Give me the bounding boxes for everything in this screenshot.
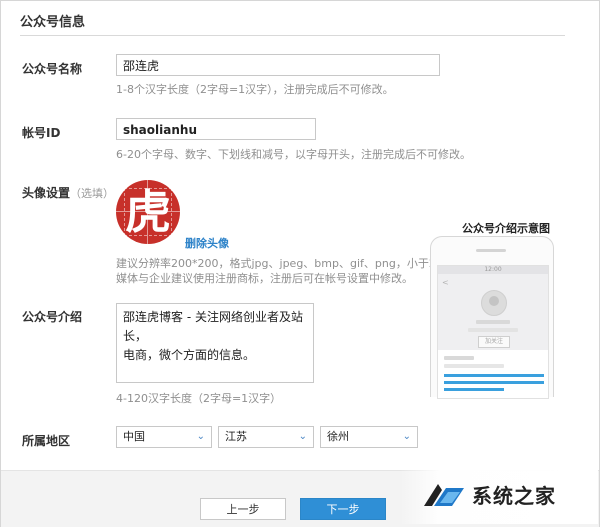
preview-intro-line [444, 364, 504, 368]
intro-hint: 4-120汉字长度（2字母=1汉字） [116, 392, 282, 405]
intro-textarea[interactable]: 邵连虎博客 - 关注网络创业者及站长， 电商，微个方面的信息。 [116, 303, 314, 383]
avatar-crop-guide-horizontal [116, 211, 180, 212]
delete-avatar-link[interactable]: 删除头像 [185, 235, 229, 251]
preview-intro-heading [444, 356, 474, 360]
city-value: 徐州 [327, 430, 349, 443]
chevron-down-icon: ⌄ [196, 431, 205, 442]
phone-status-bar: 12:00 [438, 266, 548, 274]
preview-avatar-icon [481, 290, 507, 316]
avatar-crop-guide-vertical [147, 180, 148, 244]
intro-label: 公众号介绍 [22, 310, 83, 324]
name-hint: 1-8个汉字长度（2字母=1汉字），注册完成后不可修改。 [116, 83, 394, 96]
account-id-hint: 6-20个字母、数字、下划线和减号，以字母开头，注册完成后不可修改。 [116, 148, 471, 161]
region-label: 所属地区 [22, 434, 71, 448]
phone-preview: 12:00 < 加关注 [430, 236, 554, 399]
preview-name-placeholder [476, 320, 510, 324]
title-divider [20, 35, 565, 36]
prev-step-button[interactable]: 上一步 [200, 498, 286, 520]
preview-intro-highlight-1 [444, 374, 544, 377]
preview-follow-button: 加关注 [478, 336, 510, 348]
preview-intro-highlight-3 [444, 388, 504, 391]
avatar-label: 头像设置（选填） [22, 184, 114, 201]
watermark: 系统之家 [400, 466, 598, 524]
chevron-down-icon: ⌄ [298, 431, 307, 442]
country-select[interactable]: 中国 ⌄ [116, 426, 212, 448]
country-value: 中国 [123, 430, 145, 443]
preview-intro-card [438, 350, 548, 398]
avatar-crop-frame [124, 188, 172, 236]
province-value: 江苏 [225, 430, 247, 443]
account-id-label: 帐号ID [22, 126, 61, 140]
province-select[interactable]: 江苏 ⌄ [218, 426, 314, 448]
section-title: 公众号信息 [20, 15, 86, 30]
watermark-text: 系统之家 [472, 484, 556, 508]
name-input[interactable]: 邵连虎 [116, 54, 440, 76]
avatar-label-text: 头像设置 [22, 186, 71, 200]
next-step-button[interactable]: 下一步 [300, 498, 386, 520]
phone-screen: 12:00 < 加关注 [437, 265, 549, 399]
avatar[interactable]: 虎 [116, 180, 180, 244]
preview-id-placeholder [468, 328, 518, 332]
preview-title: 公众号介绍示意图 [462, 222, 550, 235]
intro-text-line-1: 邵连虎博客 - 关注网络创业者及站长， [123, 310, 303, 343]
avatar-optional-note: （选填） [70, 187, 115, 200]
intro-text-line-2: 电商，微个方面的信息。 [123, 348, 256, 362]
back-arrow-icon: < [442, 278, 449, 287]
name-label: 公众号名称 [22, 62, 83, 76]
avatar-hint-trademark: 媒体与企业建议使用注册商标，注册后可在帐号设置中修改。 [116, 272, 413, 285]
phone-speaker-icon [476, 249, 506, 252]
city-select[interactable]: 徐州 ⌄ [320, 426, 418, 448]
avatar-hint-format: 建议分辨率200*200，格式jpg、jpeg、bmp、gif、png，小于2M [116, 257, 446, 270]
watermark-logo-icon [424, 484, 464, 506]
chevron-down-icon: ⌄ [402, 431, 411, 442]
account-id-input[interactable]: shaolianhu [116, 118, 316, 140]
preview-intro-highlight-2 [444, 381, 544, 384]
